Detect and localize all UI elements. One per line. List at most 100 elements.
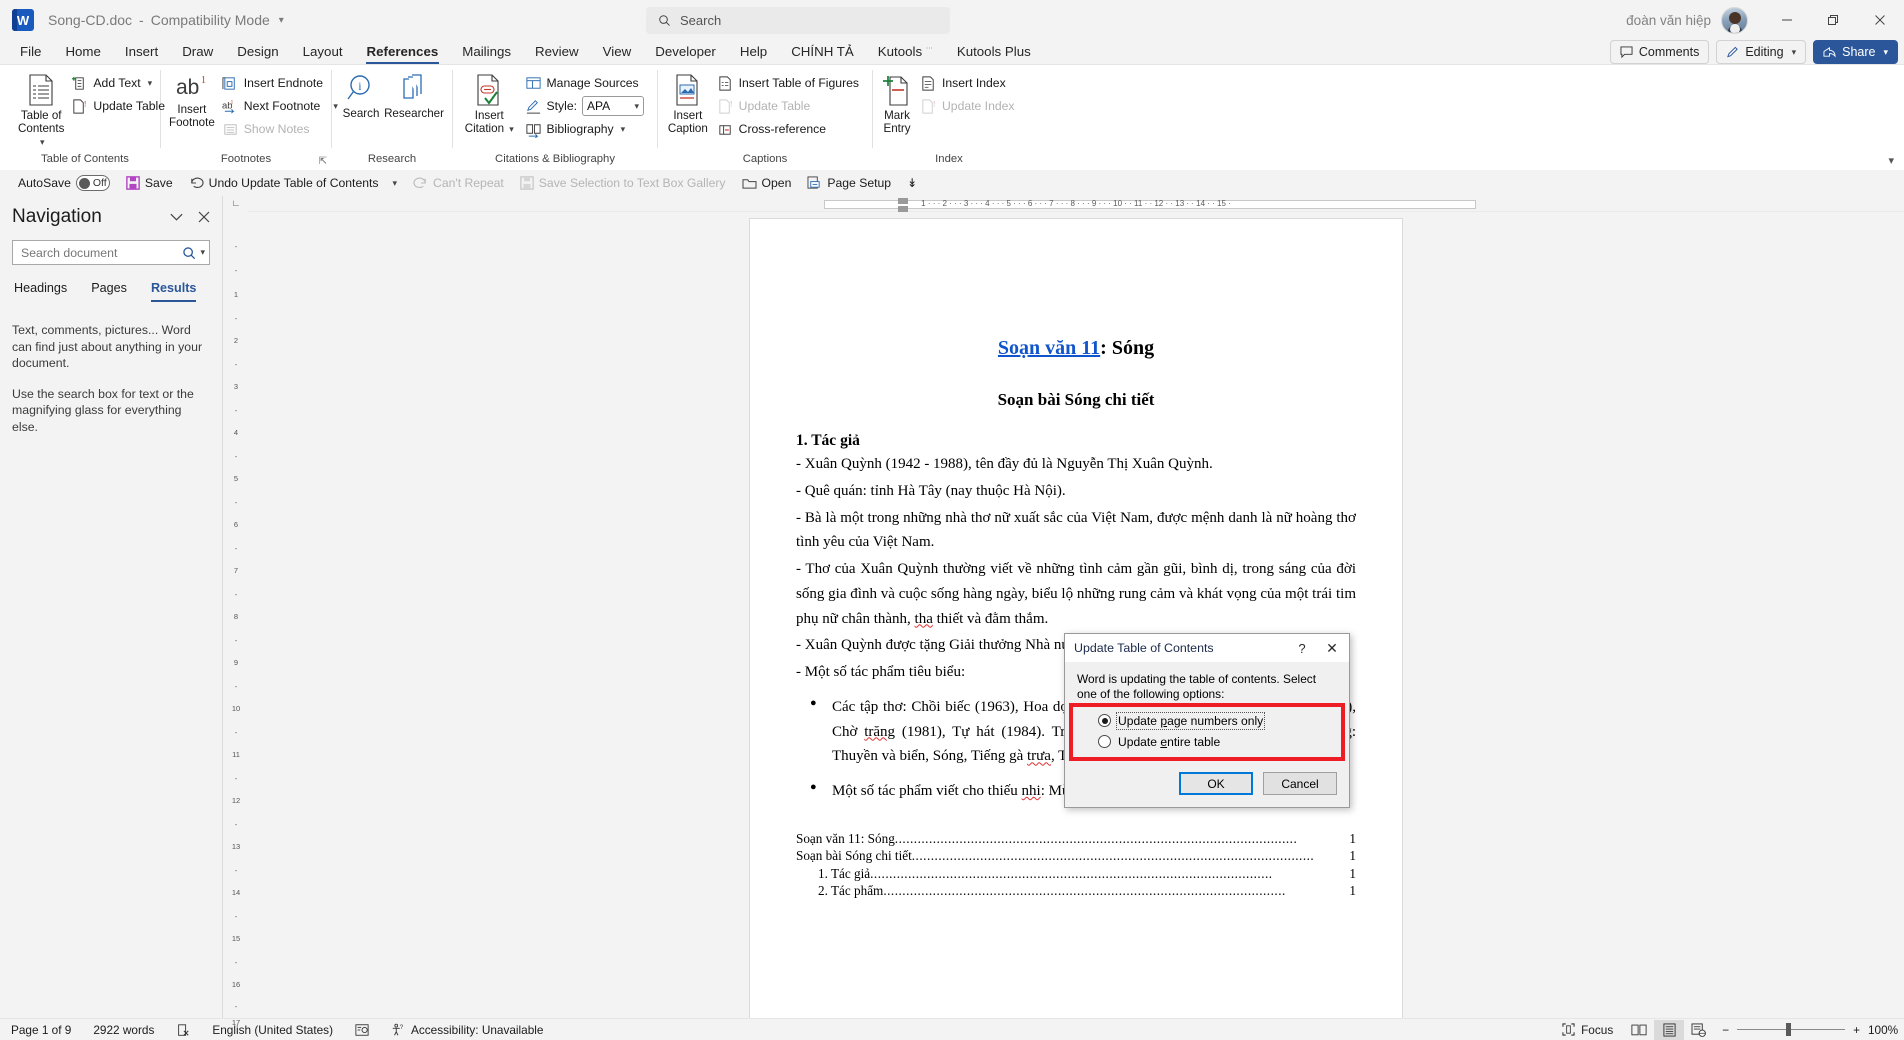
text-predictions-icon-wrap[interactable] [344, 1019, 380, 1040]
open-button[interactable]: Open [734, 172, 800, 194]
insert-index-button[interactable]: Insert Index [915, 72, 1020, 94]
chevron-down-icon[interactable]: ▾ [392, 178, 397, 189]
radio-option-page-numbers-only[interactable]: Update page numbers only [1081, 710, 1333, 731]
radio-icon-unselected[interactable] [1098, 735, 1111, 749]
tab-file[interactable]: File [8, 42, 53, 64]
radio-icon-selected[interactable] [1098, 714, 1111, 728]
zoom-in-button[interactable]: + [1853, 1023, 1860, 1037]
document-page[interactable]: Soạn văn 11: Sóng Soạn bài Sóng chi tiết… [750, 219, 1402, 1018]
zoom-track[interactable] [1737, 1023, 1846, 1036]
read-mode-button[interactable] [1624, 1020, 1654, 1040]
nav-tab-pages[interactable]: Pages [91, 281, 127, 300]
undo-button[interactable]: Undo Update Table of Contents ▾ [181, 172, 405, 194]
toc-row[interactable]: Soạn văn 11: Sóng ......................… [796, 830, 1356, 847]
zoom-out-button[interactable]: − [1722, 1023, 1729, 1037]
page-setup-button[interactable]: Page Setup [799, 172, 899, 194]
ok-button[interactable]: OK [1179, 772, 1253, 796]
close-button[interactable] [1856, 0, 1904, 40]
insert-table-of-figures-button[interactable]: Insert Table of Figures [712, 72, 864, 94]
add-text-button[interactable]: Add Text ▾ [66, 72, 170, 94]
avatar[interactable] [1721, 6, 1748, 34]
tab-kutools[interactable]: Kutools ⋯ [866, 42, 945, 64]
mark-entry-button[interactable]: Mark Entry [881, 69, 913, 153]
tab-view[interactable]: View [591, 42, 644, 64]
zoom-slider[interactable]: − + [1714, 1023, 1868, 1037]
zoom-level[interactable]: 100% [1868, 1023, 1904, 1037]
page-indicator[interactable]: Page 1 of 9 [0, 1019, 82, 1040]
next-footnote-button[interactable]: ab 1 Next Footnote ▾ [217, 95, 343, 117]
navigation-search-icons[interactable]: ▾ [182, 246, 205, 260]
tab-review[interactable]: Review [523, 42, 591, 64]
researcher-button[interactable]: Researcher [384, 69, 444, 153]
web-layout-button[interactable] [1684, 1020, 1714, 1040]
proofing-status[interactable] [165, 1019, 201, 1040]
collapse-ribbon-button[interactable]: ▾ [1888, 154, 1894, 167]
help-icon[interactable]: ? [1289, 641, 1315, 656]
navigation-options-icon[interactable] [169, 212, 184, 222]
update-table-of-contents-dialog[interactable]: Update Table of Contents ? ✕ Word is upd… [1064, 633, 1350, 809]
share-button[interactable]: Share ▾ [1813, 40, 1898, 64]
indent-marker-top[interactable] [898, 198, 908, 204]
manage-sources-icon [525, 75, 542, 92]
citation-style-select[interactable]: APA ▾ [582, 96, 644, 116]
print-layout-button[interactable] [1654, 1019, 1685, 1040]
insert-endnote-button[interactable]: Insert Endnote [217, 72, 343, 94]
minimize-button[interactable] [1764, 0, 1810, 40]
account-user-name[interactable]: đoàn văn hiệp [1626, 13, 1711, 28]
autosave-toggle[interactable]: Off [75, 175, 110, 191]
table-of-contents-field[interactable]: Soạn văn 11: Sóng ......................… [796, 830, 1356, 900]
tab-insert[interactable]: Insert [113, 42, 170, 64]
radio-option-entire-table[interactable]: Update entire table [1081, 731, 1333, 752]
tab-home[interactable]: Home [53, 42, 112, 64]
tab-help[interactable]: Help [728, 42, 779, 64]
tab-layout[interactable]: Layout [291, 42, 355, 64]
nav-tab-results[interactable]: Results [150, 281, 196, 302]
tab-design[interactable]: Design [225, 42, 290, 64]
svg-text:!: ! [933, 98, 936, 108]
document-heading-link[interactable]: Soạn văn 11 [998, 337, 1100, 359]
toc-row[interactable]: Soạn bài Sóng chi tiết .................… [796, 847, 1356, 864]
nav-tab-headings[interactable]: Headings [14, 281, 67, 300]
zoom-thumb[interactable] [1786, 1023, 1792, 1036]
indent-marker-bottom[interactable] [898, 206, 908, 212]
autosave-control[interactable]: AutoSave Off [10, 172, 118, 194]
cross-reference-button[interactable]: Cross-reference [712, 118, 864, 140]
tab-mailings[interactable]: Mailings [450, 42, 523, 64]
insert-citation-button[interactable]: Insert Citation ▾ [461, 69, 518, 153]
search-input[interactable]: Search [646, 7, 950, 34]
update-table-button[interactable]: ! Update Table [66, 95, 170, 117]
chevron-down-icon[interactable]: ▾ [279, 15, 284, 26]
word-count[interactable]: 2922 words [82, 1019, 165, 1040]
qat-more-button[interactable]: ↡ [899, 172, 925, 194]
footnotes-dialog-launcher[interactable]: ⇱ [319, 156, 327, 167]
tab-kutools-plus[interactable]: Kutools Plus [945, 42, 1043, 64]
manage-sources-button[interactable]: Manage Sources [520, 72, 649, 94]
navigation-search-input[interactable]: Search document ▾ [12, 240, 210, 265]
tab-developer[interactable]: Developer [643, 42, 728, 64]
toc-row[interactable]: 2. Tác phẩm ............................… [796, 882, 1356, 899]
chevron-down-icon[interactable]: ▾ [200, 247, 205, 258]
navigation-close-icon[interactable] [198, 211, 210, 223]
tab-references[interactable]: References [355, 42, 451, 64]
document-area[interactable]: 1 · · · 2 · · · 3 · · · 4 · · · 5 · · · … [248, 196, 1904, 1018]
search-research-button[interactable]: i Search [340, 69, 382, 153]
insert-caption-button[interactable]: Insert Caption [666, 69, 710, 153]
accessibility-status[interactable]: ? Accessibility: Unavailable [380, 1019, 554, 1040]
focus-mode-button[interactable]: Focus [1551, 1019, 1624, 1040]
table-of-contents-button[interactable]: Table of Contents ▾ [18, 69, 64, 153]
close-icon[interactable]: ✕ [1315, 640, 1349, 657]
restore-button[interactable] [1810, 0, 1856, 40]
document-title[interactable]: Song-CD.doc - Compatibility Mode ▾ [48, 12, 284, 28]
comments-button[interactable]: Comments [1609, 40, 1710, 64]
toc-row[interactable]: 1. Tác giả .............................… [796, 865, 1356, 882]
dialog-options-highlight: Update page numbers only Update entire t… [1069, 703, 1345, 762]
horizontal-ruler[interactable]: 1 · · · 2 · · · 3 · · · 4 · · · 5 · · · … [248, 196, 1904, 212]
tab-chinh-ta[interactable]: CHÍNH TẢ [779, 42, 866, 64]
cancel-button[interactable]: Cancel [1263, 772, 1337, 796]
tab-draw[interactable]: Draw [170, 42, 225, 64]
insert-footnote-button[interactable]: ab 1 Insert Footnote [169, 69, 215, 153]
save-button[interactable]: Save [118, 172, 181, 194]
bibliography-button[interactable]: Bibliography ▾ [520, 118, 649, 140]
editing-mode-button[interactable]: Editing ▾ [1716, 40, 1807, 64]
insert-citation-label: Insert Citation ▾ [464, 109, 514, 135]
